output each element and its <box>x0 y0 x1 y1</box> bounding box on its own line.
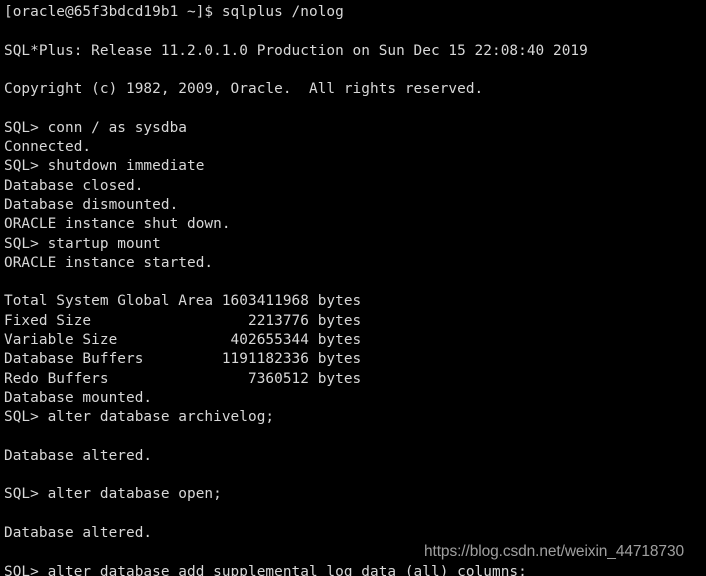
terminal-line: SQL> alter database archivelog; <box>4 409 275 426</box>
terminal-line: SQL> shutdown immediate <box>4 158 205 175</box>
terminal-line: Connected. <box>4 139 92 156</box>
terminal-output[interactable]: [oracle@65f3bdcd19b1 ~]$ sqlplus /nolog … <box>0 0 706 576</box>
terminal-line: SQL*Plus: Release 11.2.0.1.0 Production … <box>4 42 588 59</box>
terminal-line: ORACLE instance started. <box>4 254 214 271</box>
terminal-line: SQL> conn / as sysdba <box>4 119 187 136</box>
terminal-line: SQL> startup mount <box>4 235 161 252</box>
terminal-line: Total System Global Area 1603411968 byte… <box>4 293 362 310</box>
terminal-line: Fixed Size 2213776 bytes <box>4 312 362 329</box>
terminal-line: Database closed. <box>4 177 144 194</box>
terminal-line: Database Buffers 1191182336 bytes <box>4 351 362 368</box>
terminal-line: Database mounted. <box>4 389 153 406</box>
terminal-line: [oracle@65f3bdcd19b1 ~]$ sqlplus /nolog <box>4 4 344 20</box>
terminal-line: SQL> alter database add supplemental log… <box>4 563 527 576</box>
terminal-line: Database dismounted. <box>4 196 179 213</box>
terminal-line: ORACLE instance shut down. <box>4 216 231 233</box>
terminal-line: Variable Size 402655344 bytes <box>4 332 362 349</box>
terminal-line: Redo Buffers 7360512 bytes <box>4 370 362 387</box>
terminal-line: Copyright (c) 1982, 2009, Oracle. All ri… <box>4 81 484 98</box>
terminal-line: SQL> alter database open; <box>4 486 222 503</box>
terminal-line: Database altered. <box>4 525 153 542</box>
terminal-line: Database altered. <box>4 447 153 464</box>
